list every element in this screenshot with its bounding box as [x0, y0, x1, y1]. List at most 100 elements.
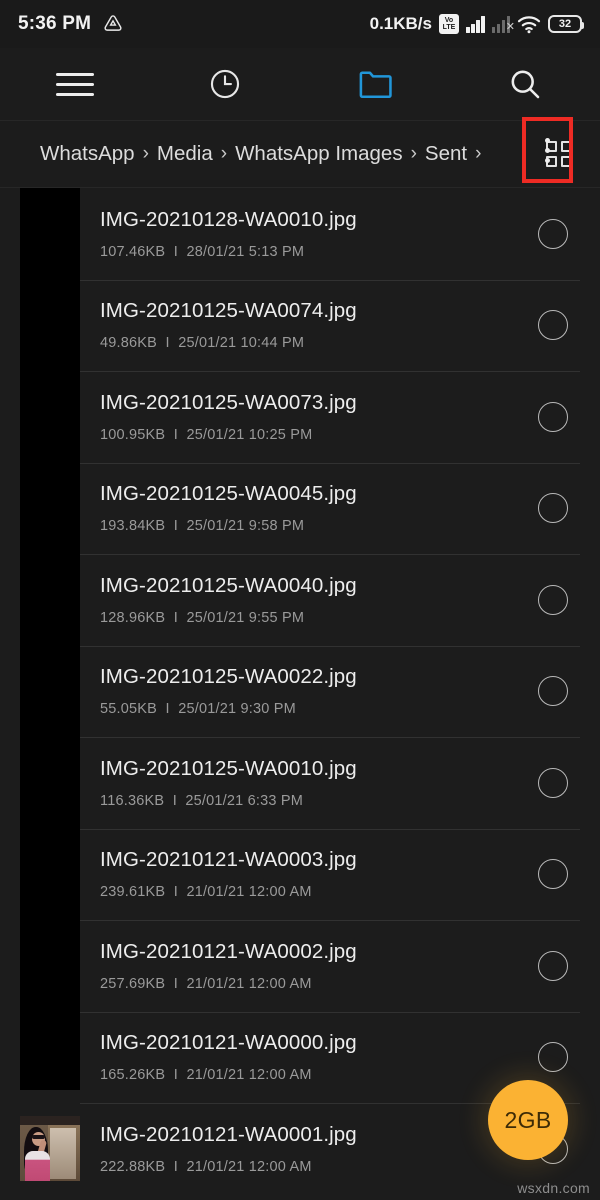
select-checkbox[interactable] [538, 767, 568, 798]
file-size: 165.26KB [100, 1067, 166, 1084]
file-name: IMG-20210121-WA0002.jpg [100, 939, 357, 963]
file-name: IMG-20210128-WA0010.jpg [100, 207, 357, 231]
select-checkbox[interactable] [538, 859, 568, 890]
triangle-drive-icon [104, 15, 122, 31]
storage-fab-label: 2GB [504, 1106, 552, 1133]
storage-fab-button[interactable]: 2GB [488, 1080, 568, 1160]
tab-folders[interactable] [300, 48, 450, 120]
file-size: 107.46KB [100, 243, 166, 260]
select-checkbox[interactable] [538, 584, 568, 615]
file-details: 128.96KB I 25/01/21 9:55 PM [100, 610, 538, 626]
file-list[interactable]: IMG-20210128-WA0010.jpg 107.46KB I 28/01… [0, 188, 600, 1195]
top-toolbar [0, 48, 600, 120]
file-date: 25/01/21 9:30 PM [178, 701, 296, 718]
thumbnail-placeholder-strip [20, 188, 80, 1078]
table-row[interactable]: IMG-20210125-WA0010.jpg 116.36KB I 25/01… [0, 737, 600, 829]
breadcrumb-item-whatsapp-images[interactable]: WhatsApp Images [235, 142, 403, 166]
file-meta: IMG-20210125-WA0010.jpg 116.36KB I 25/01… [100, 757, 538, 809]
breadcrumb-item-media[interactable]: Media [157, 142, 213, 166]
volte-icon: Vo LTE [439, 14, 459, 34]
file-meta: IMG-20210125-WA0040.jpg 128.96KB I 25/01… [100, 574, 538, 626]
file-details: 222.88KB I 21/01/21 12:00 AM [100, 1159, 538, 1175]
search-icon [511, 70, 540, 99]
detail-separator: I [173, 243, 178, 260]
file-details: 116.36KB I 25/01/21 6:33 PM [100, 793, 538, 809]
file-size: 257.69KB [100, 975, 166, 992]
table-row[interactable]: IMG-20210125-WA0074.jpg 49.86KB I 25/01/… [0, 279, 600, 372]
overflow-menu-highlight [522, 117, 573, 183]
file-size: 116.36KB [100, 792, 165, 809]
select-checkbox[interactable] [538, 401, 568, 432]
file-name: IMG-20210125-WA0022.jpg [100, 665, 357, 689]
file-name: IMG-20210125-WA0040.jpg [100, 573, 357, 597]
breadcrumb-bar: WhatsApp › Media › WhatsApp Images › Sen… [0, 117, 600, 188]
select-checkbox[interactable] [538, 493, 568, 524]
file-size: 193.84KB [100, 518, 166, 535]
file-name: IMG-20210125-WA0045.jpg [100, 482, 357, 506]
table-row[interactable]: IMG-20210125-WA0022.jpg 55.05KB I 25/01/… [0, 645, 600, 738]
wifi-icon [517, 15, 541, 33]
file-meta: IMG-20210125-WA0073.jpg 100.95KB I 25/01… [100, 391, 538, 443]
file-name: IMG-20210125-WA0073.jpg [100, 390, 357, 414]
select-checkbox[interactable] [538, 676, 568, 707]
file-name: IMG-20210125-WA0010.jpg [100, 756, 357, 780]
file-date: 21/01/21 12:00 AM [186, 975, 312, 992]
chevron-right-icon: › [410, 143, 417, 164]
table-row[interactable]: IMG-20210121-WA0002.jpg 257.69KB I 21/01… [0, 920, 600, 1012]
detail-separator: I [173, 609, 178, 626]
search-button[interactable] [450, 48, 600, 120]
file-details: 55.05KB I 25/01/21 9:30 PM [100, 701, 538, 717]
file-details: 193.84KB I 25/01/21 9:58 PM [100, 518, 538, 534]
breadcrumb-item-whatsapp[interactable]: WhatsApp [40, 142, 135, 166]
recent-tab[interactable] [150, 48, 300, 120]
detail-separator: I [173, 1067, 178, 1084]
detail-separator: I [173, 426, 178, 443]
file-meta: IMG-20210121-WA0001.jpg 222.88KB I 21/01… [100, 1123, 538, 1175]
detail-separator: I [165, 335, 170, 352]
file-manager-screen: 5:36 PM 0.1KB/s Vo LTE ✕ 32 WhatsApp › M… [0, 0, 600, 1200]
overflow-menu-icon[interactable] [545, 137, 550, 163]
file-size: 222.88KB [100, 1158, 166, 1175]
select-checkbox[interactable] [538, 950, 568, 981]
file-date: 21/01/21 12:00 AM [186, 884, 312, 901]
file-date: 21/01/21 12:00 AM [186, 1067, 312, 1084]
file-name: IMG-20210121-WA0001.jpg [100, 1122, 357, 1146]
detail-separator: I [173, 518, 178, 535]
file-size: 128.96KB [100, 609, 166, 626]
detail-separator: I [173, 884, 178, 901]
network-speed: 0.1KB/s [369, 14, 432, 33]
file-name: IMG-20210125-WA0074.jpg [100, 299, 357, 323]
file-meta: IMG-20210121-WA0002.jpg 257.69KB I 21/01… [100, 940, 538, 992]
battery-indicator: 32 [548, 15, 584, 33]
table-row[interactable]: IMG-20210128-WA0010.jpg 107.46KB I 28/01… [0, 188, 600, 280]
file-meta: IMG-20210121-WA0000.jpg 165.26KB I 21/01… [100, 1031, 538, 1083]
file-details: 49.86KB I 25/01/21 10:44 PM [100, 335, 538, 351]
folder-icon [359, 71, 392, 99]
file-date: 25/01/21 9:55 PM [186, 609, 305, 626]
signal-bars-icon [466, 15, 485, 33]
detail-separator: I [173, 975, 178, 992]
breadcrumb-item-sent[interactable]: Sent [425, 142, 467, 166]
file-size: 49.86KB [100, 335, 158, 352]
detail-separator: I [173, 1158, 178, 1175]
file-details: 100.95KB I 25/01/21 10:25 PM [100, 427, 538, 443]
file-date: 25/01/21 9:58 PM [186, 518, 305, 535]
hamburger-menu-icon [56, 72, 94, 96]
file-date: 25/01/21 10:25 PM [186, 426, 313, 443]
file-meta: IMG-20210128-WA0010.jpg 107.46KB I 28/01… [100, 208, 538, 260]
table-row[interactable]: IMG-20210121-WA0003.jpg 239.61KB I 21/01… [0, 828, 600, 921]
select-checkbox[interactable] [538, 218, 568, 249]
file-date: 28/01/21 5:13 PM [186, 243, 305, 260]
select-checkbox[interactable] [538, 310, 568, 341]
watermark: wsxdn.com [517, 1180, 590, 1196]
file-details: 107.46KB I 28/01/21 5:13 PM [100, 244, 538, 260]
chevron-right-icon: › [475, 143, 482, 164]
file-meta: IMG-20210125-WA0022.jpg 55.05KB I 25/01/… [100, 665, 538, 717]
table-row[interactable]: IMG-20210125-WA0040.jpg 128.96KB I 25/01… [0, 554, 600, 646]
file-size: 100.95KB [100, 426, 166, 443]
table-row[interactable]: IMG-20210125-WA0045.jpg 193.84KB I 25/01… [0, 462, 600, 555]
file-details: 239.61KB I 21/01/21 12:00 AM [100, 884, 538, 900]
select-checkbox[interactable] [538, 1042, 568, 1073]
table-row[interactable]: IMG-20210125-WA0073.jpg 100.95KB I 25/01… [0, 371, 600, 463]
menu-button[interactable] [0, 48, 150, 120]
